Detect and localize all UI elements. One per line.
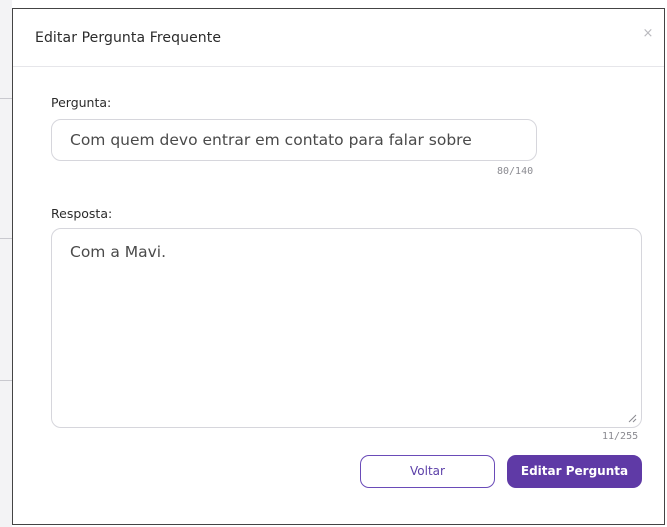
back-button[interactable]: Voltar [360,455,495,488]
question-input[interactable]: Com quem devo entrar em contato para fal… [51,119,537,161]
modal-title: Editar Pergunta Frequente [35,30,222,46]
close-icon[interactable]: × [641,27,655,41]
background-strip [0,0,12,527]
edit-faq-modal: Editar Pergunta Frequente × Pergunta: Co… [12,8,665,525]
question-input-value: Com quem devo entrar em contato para fal… [70,131,472,149]
answer-char-counter: 11/255 [602,431,639,442]
edit-question-button[interactable]: Editar Pergunta [507,455,642,488]
background-divider [0,238,12,239]
modal-header: Editar Pergunta Frequente × [13,9,664,67]
background-divider [0,380,12,381]
question-char-counter: 80/140 [497,166,534,177]
answer-textarea[interactable]: Com a Mavi. [51,228,642,428]
answer-label: Resposta: [51,206,113,221]
resize-handle-icon[interactable] [628,414,637,423]
answer-textarea-value: Com a Mavi. [70,243,167,261]
question-label: Pergunta: [51,95,112,110]
background-divider [0,98,12,99]
